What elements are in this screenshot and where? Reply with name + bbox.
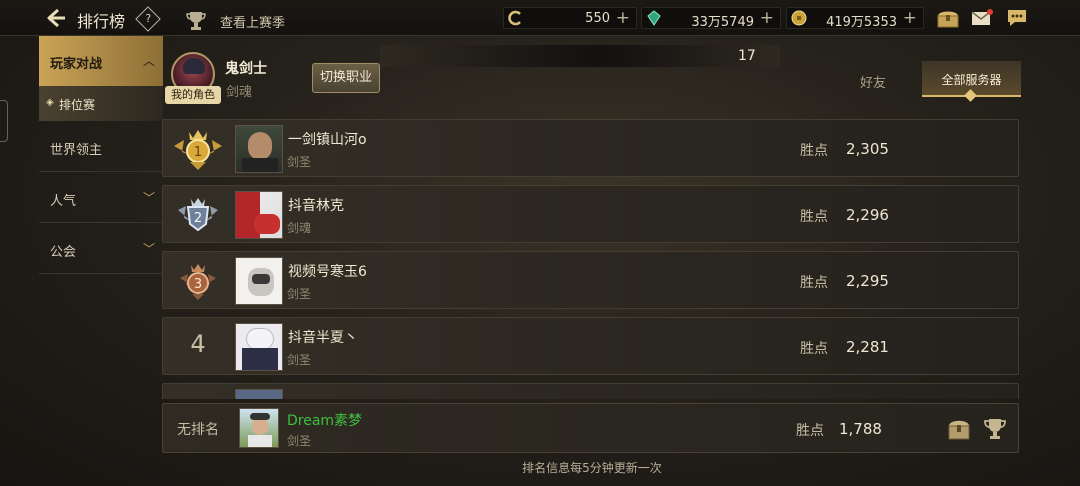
player-class: 剑圣 — [287, 155, 312, 169]
back-arrow-icon[interactable] — [44, 6, 68, 30]
season-rewards-trophy-icon[interactable] — [982, 416, 1008, 442]
sidebar-item-popularity[interactable]: 人气 ﹀ — [39, 172, 163, 223]
switch-job-button[interactable]: 切换职业 — [312, 63, 380, 93]
my-points-value: 1,788 — [839, 420, 882, 438]
view-last-season-link[interactable]: 查看上赛季 — [220, 12, 285, 31]
coin-c-icon — [508, 10, 521, 26]
player-avatar[interactable] — [235, 323, 283, 371]
player-class: 剑魂 — [287, 221, 312, 235]
sidebar-item-label: 公会 — [50, 245, 77, 260]
add-gold-button[interactable]: + — [903, 8, 917, 28]
chevron-down-icon: ﹀ — [142, 242, 155, 256]
sidebar-item-label: 玩家对战 — [50, 57, 103, 72]
player-class: 剑圣 — [287, 353, 312, 367]
rank-number: 4 — [190, 330, 206, 358]
add-crystal-button[interactable]: + — [760, 8, 774, 28]
sidebar: 玩家对战 ︿ ◈ 排位赛 世界领主 人气 ﹀ 公会 ﹀ — [39, 36, 163, 274]
sidebar-item-label: 世界领主 — [50, 143, 103, 158]
sidebar-item-label: 人气 — [50, 194, 77, 209]
reward-chest-icon[interactable] — [946, 416, 972, 442]
green-crystal-icon — [647, 10, 661, 26]
player-name: 视频号寒玉6 — [288, 264, 367, 280]
side-drawer-handle[interactable] — [0, 100, 8, 142]
player-avatar[interactable] — [235, 191, 283, 239]
currency-gold: 419万5353 + — [786, 7, 924, 30]
progress-value: 17 — [738, 48, 756, 64]
treasure-chest-icon[interactable] — [936, 7, 960, 29]
points-label: 胜点 — [800, 209, 828, 225]
currency-crystal-value: 33万5749 — [691, 15, 754, 30]
chevron-down-icon: ﹀ — [142, 191, 155, 205]
currency-c-coins: 550 + — [503, 7, 637, 29]
my-player-name: Dream素梦 — [287, 413, 363, 429]
ranking-list[interactable]: 1 一剑镇山河o 剑圣 胜点 2,305 2 抖音林克 剑魂 胜点 2,296 — [162, 119, 1019, 399]
tab-friends[interactable]: 好友 — [860, 72, 886, 91]
my-player-avatar[interactable] — [239, 408, 279, 448]
ranking-row[interactable]: 4 抖音半夏丶 剑圣 胜点 2,281 — [162, 317, 1019, 375]
player-avatar[interactable] — [235, 389, 283, 399]
tab-all-servers[interactable]: 全部服务器 — [922, 61, 1021, 102]
ranking-row-partial[interactable] — [162, 383, 1019, 399]
chevron-up-icon: ︿ — [142, 54, 155, 68]
diamond-bullet-icon: ◈ — [46, 97, 54, 108]
sidebar-subitem-ranked[interactable]: ◈ 排位赛 — [39, 86, 163, 121]
update-frequency-note: 排名信息每5分钟更新一次 — [522, 461, 662, 475]
my-ranking-row: 无排名 Dream素梦 剑圣 胜点 1,788 — [162, 403, 1019, 453]
points-value: 2,305 — [846, 140, 889, 158]
bronze-rank-badge-icon: 3 — [180, 264, 216, 300]
sidebar-subitem-label: 排位赛 — [59, 98, 96, 112]
mail-icon[interactable] — [971, 9, 993, 27]
progress-bar — [380, 45, 780, 67]
sidebar-item-pvp[interactable]: 玩家对战 ︿ — [39, 36, 163, 86]
my-character-badge: 我的角色 — [165, 86, 221, 104]
currency-gold-value: 419万5353 — [826, 15, 897, 30]
player-name: 抖音半夏丶 — [288, 330, 358, 346]
player-name: 抖音林克 — [288, 198, 344, 214]
points-label: 胜点 — [800, 275, 828, 291]
character-class: 剑魂 — [226, 85, 253, 100]
svg-text:2: 2 — [194, 211, 202, 226]
svg-text:1: 1 — [194, 145, 202, 160]
ranking-row[interactable]: 1 一剑镇山河o 剑圣 胜点 2,305 — [162, 119, 1019, 177]
player-avatar[interactable] — [235, 125, 283, 173]
player-class: 剑圣 — [287, 287, 312, 301]
points-label: 胜点 — [800, 143, 828, 159]
ranking-row[interactable]: 3 视频号寒玉6 剑圣 胜点 2,295 — [162, 251, 1019, 309]
ranking-row[interactable]: 2 抖音林克 剑魂 胜点 2,296 — [162, 185, 1019, 243]
trophy-icon[interactable] — [185, 9, 207, 31]
top-bar: 排行榜 ? 查看上赛季 550 + 33万5749 + 419万5353 + — [0, 0, 1080, 36]
my-player-class: 剑圣 — [287, 434, 312, 448]
currency-c-value: 550 — [585, 11, 610, 26]
points-value: 2,296 — [846, 206, 889, 224]
currency-crystal: 33万5749 + — [641, 7, 781, 30]
silver-rank-badge-icon: 2 — [178, 198, 218, 232]
gold-coin-icon — [791, 10, 807, 26]
page-title: 排行榜 — [77, 12, 126, 31]
add-c-coins-button[interactable]: + — [616, 8, 630, 28]
svg-text:3: 3 — [194, 277, 202, 292]
my-rank-text: 无排名 — [177, 422, 219, 438]
sidebar-item-world-lord[interactable]: 世界领主 — [39, 121, 163, 172]
player-avatar[interactable] — [235, 257, 283, 305]
help-icon[interactable]: ? — [135, 6, 161, 32]
chat-icon[interactable] — [1006, 8, 1028, 28]
gold-rank-badge-icon: 1 — [174, 130, 222, 170]
points-value: 2,295 — [846, 272, 889, 290]
player-name: 一剑镇山河o — [288, 132, 367, 148]
my-points-label: 胜点 — [796, 423, 824, 439]
active-tab-indicator — [964, 89, 977, 102]
sidebar-item-guild[interactable]: 公会 ﹀ — [39, 223, 163, 274]
character-name: 鬼剑士 — [225, 61, 267, 77]
tab-all-servers-label: 全部服务器 — [941, 73, 1002, 87]
points-value: 2,281 — [846, 338, 889, 356]
points-label: 胜点 — [800, 341, 828, 357]
